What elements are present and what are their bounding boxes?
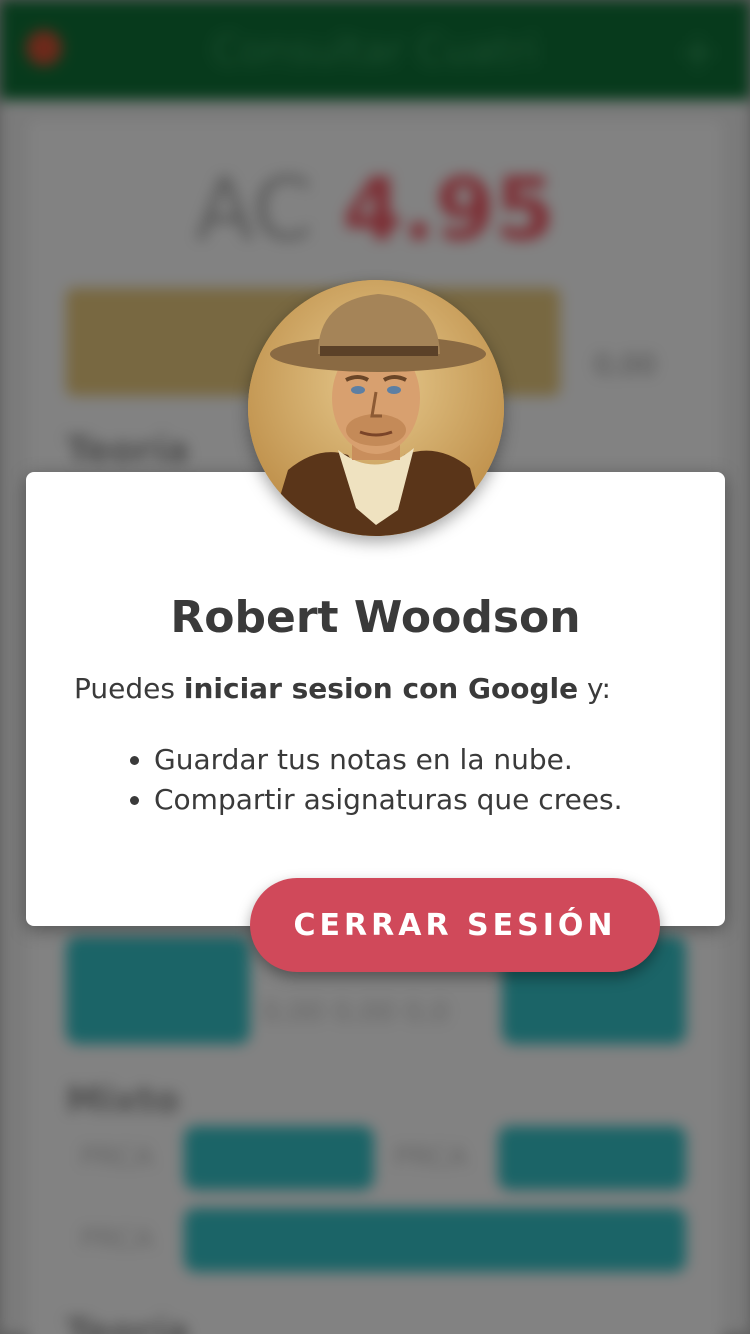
avatar — [248, 280, 504, 536]
intro-prefix: Puedes — [74, 672, 184, 705]
profile-dialog: Robert Woodson Puedes iniciar sesion con… — [26, 472, 725, 926]
logout-button[interactable]: CERRAR SESIÓN — [250, 878, 660, 972]
user-name: Robert Woodson — [170, 592, 581, 643]
list-item: Guardar tus notas en la nube. — [154, 740, 714, 780]
list-item: Compartir asignaturas que crees. — [154, 780, 714, 820]
intro-text: Puedes iniciar sesion con Google y: — [74, 672, 694, 705]
intro-bold: iniciar sesion con Google — [183, 672, 579, 705]
avatar-portrait — [248, 280, 504, 536]
intro-suffix: y: — [578, 672, 611, 705]
benefits-list: Guardar tus notas en la nube. Compartir … — [154, 740, 714, 820]
